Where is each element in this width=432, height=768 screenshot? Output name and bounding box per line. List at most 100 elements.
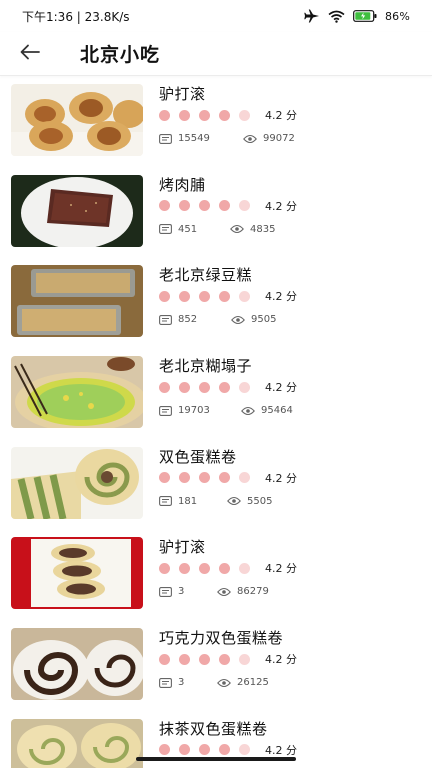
- rating-dot: [199, 472, 210, 484]
- status-icons: 86%: [304, 9, 410, 23]
- comment-stat: 3: [159, 677, 217, 688]
- rating-dots: 4.2 分: [159, 469, 419, 487]
- rating-score: 4.2 分: [265, 471, 297, 485]
- rating-dot: [199, 653, 210, 665]
- eye-icon: [241, 406, 255, 416]
- battery-percent: 86%: [384, 9, 410, 23]
- item-stats: 3 86279: [159, 586, 269, 597]
- view-stat: 4835: [230, 224, 275, 235]
- rating-dot: [199, 381, 210, 393]
- comment-icon: [159, 314, 172, 325]
- rating-dots: 4.2 分: [159, 559, 419, 577]
- rating-dot: [239, 290, 250, 302]
- rating-dot: [159, 472, 170, 484]
- view-count: 4835: [250, 223, 276, 235]
- rating-dot: [239, 109, 250, 121]
- comment-icon: [159, 224, 172, 235]
- comment-icon: [159, 677, 172, 688]
- rating-dot: [179, 381, 190, 393]
- rating-dot: [219, 653, 230, 665]
- view-stat: 9505: [231, 314, 276, 325]
- list-item[interactable]: 双色蛋糕卷 4.2 分 181 5505: [0, 440, 432, 531]
- comment-stat: 181: [159, 496, 227, 507]
- rating-dot: [239, 562, 250, 574]
- comment-count: 19703: [178, 405, 210, 417]
- item-name: 巧克力双色蛋糕卷: [159, 629, 284, 648]
- rating-dot: [219, 290, 230, 302]
- rating-dot: [199, 562, 210, 574]
- food-thumbnail: [11, 537, 143, 610]
- list-item[interactable]: 驴打滚 4.2 分 3 86279: [0, 530, 432, 621]
- list-item[interactable]: 烤肉脯 4.2 分 451 4835: [0, 168, 432, 259]
- view-stat: 5505: [227, 496, 272, 507]
- rating-dot: [239, 200, 250, 212]
- rating-dot: [179, 744, 190, 756]
- item-name: 老北京绿豆糕: [159, 266, 253, 285]
- rating-dot: [199, 290, 210, 302]
- rating-dot: [179, 562, 190, 574]
- list-item[interactable]: 巧克力双色蛋糕卷 4.2 分 3 26125: [0, 621, 432, 712]
- comment-stat: 19703: [159, 405, 241, 416]
- rating-dot: [159, 381, 170, 393]
- view-count: 9505: [251, 314, 277, 326]
- rating-dot: [239, 653, 250, 665]
- view-stat: 86279: [217, 586, 269, 597]
- food-thumbnail: [11, 356, 143, 429]
- status-bar: 下午1:36 | 23.8K/s 86%: [0, 0, 432, 32]
- rating-dot: [239, 472, 250, 484]
- item-stats: 19703 95464: [159, 405, 293, 416]
- rating-score: 4.2 分: [265, 290, 297, 304]
- comment-count: 852: [178, 314, 198, 326]
- rating-dot: [159, 290, 170, 302]
- eye-icon: [227, 496, 241, 506]
- item-name: 驴打滚: [159, 538, 206, 557]
- food-thumbnail: [11, 265, 143, 338]
- status-time: 下午1:36 | 23.8K/s: [22, 9, 130, 24]
- item-name: 烤肉脯: [159, 175, 206, 194]
- back-button[interactable]: [0, 32, 60, 76]
- comment-stat: 451: [159, 224, 230, 235]
- airplane-icon: [304, 9, 320, 23]
- battery-icon: [353, 10, 377, 22]
- rating-dot: [239, 744, 250, 756]
- list-item[interactable]: 驴打滚 4.2 分 15549 99072: [0, 77, 432, 168]
- rating-dot: [159, 200, 170, 212]
- rating-dot: [159, 744, 170, 756]
- view-count: 86279: [237, 586, 269, 598]
- app-bar: 北京小吃: [0, 32, 432, 76]
- rating-dot: [179, 200, 190, 212]
- item-stats: 181 5505: [159, 496, 272, 507]
- eye-icon: [230, 224, 244, 234]
- rating-dots: 4.2 分: [159, 106, 419, 124]
- snack-list: 驴打滚 4.2 分 15549 99072 烤肉脯 4.2 分 451 4835…: [0, 77, 432, 768]
- comment-count: 181: [178, 495, 198, 507]
- home-indicator[interactable]: [136, 757, 296, 761]
- back-arrow-icon: [20, 44, 40, 64]
- comment-stat: 3: [159, 586, 217, 597]
- view-count: 26125: [237, 677, 269, 689]
- rating-dots: 4.2 分: [159, 378, 419, 396]
- rating-dot: [159, 109, 170, 121]
- view-stat: 26125: [217, 677, 269, 688]
- comment-icon: [159, 133, 172, 144]
- item-name: 抹茶双色蛋糕卷: [159, 719, 268, 738]
- list-item[interactable]: 老北京糊塌子 4.2 分 19703 95464: [0, 349, 432, 440]
- rating-dots: 4.2 分: [159, 650, 419, 668]
- view-count: 5505: [247, 495, 273, 507]
- rating-dot: [179, 290, 190, 302]
- comment-stat: 15549: [159, 133, 243, 144]
- item-name: 驴打滚: [159, 85, 206, 103]
- view-count: 99072: [263, 133, 295, 144]
- comment-icon: [159, 496, 172, 507]
- rating-score: 4.2 分: [265, 381, 297, 395]
- eye-icon: [231, 315, 245, 325]
- food-thumbnail: [11, 446, 143, 519]
- rating-dots: 4.2 分: [159, 287, 419, 305]
- food-thumbnail: [11, 718, 143, 768]
- food-thumbnail: [11, 628, 143, 701]
- rating-dot: [199, 744, 210, 756]
- item-stats: 451 4835: [159, 224, 275, 235]
- rating-dots: 4.2 分: [159, 197, 419, 215]
- list-item[interactable]: 老北京绿豆糕 4.2 分 852 9505: [0, 258, 432, 349]
- rating-dot: [159, 653, 170, 665]
